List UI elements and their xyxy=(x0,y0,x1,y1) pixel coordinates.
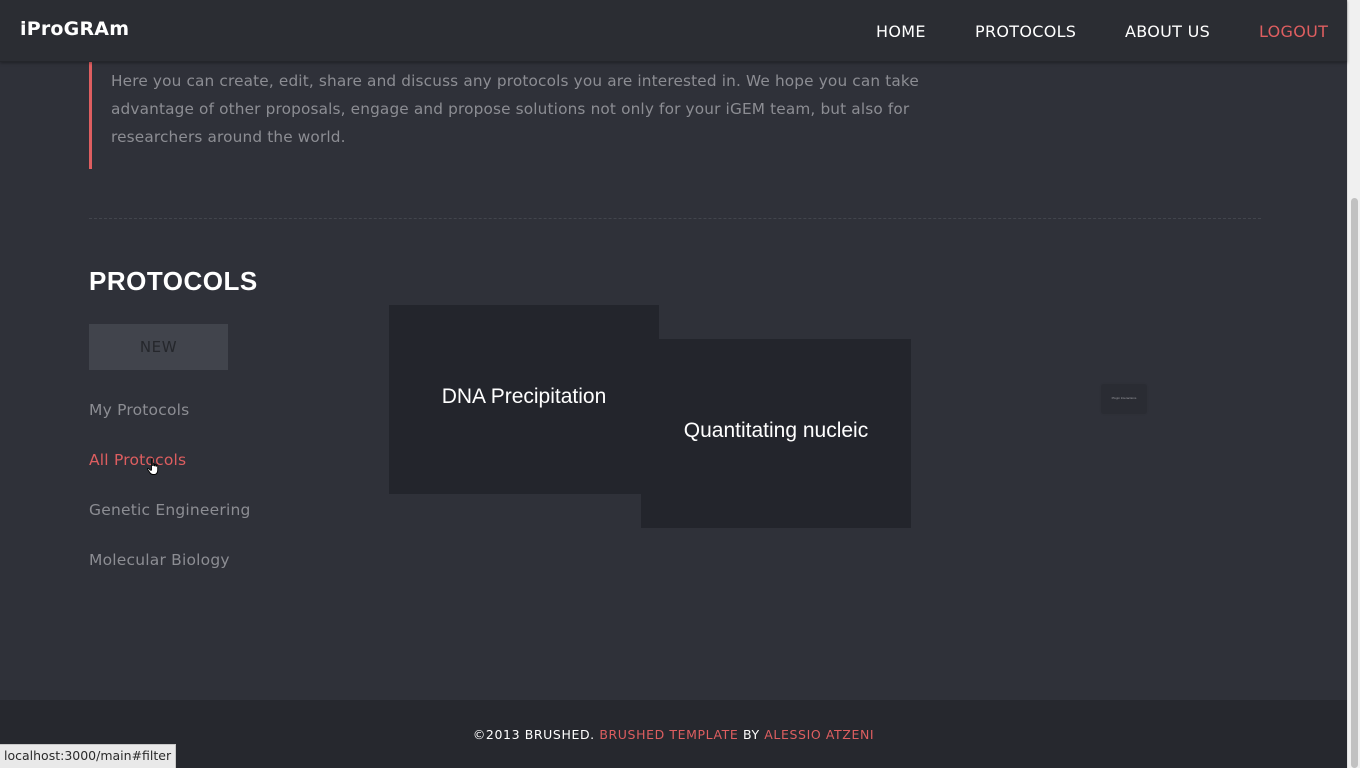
filter-genetic-engineering[interactable]: Genetic Engineering xyxy=(89,501,251,519)
protocol-card-title: DNA Precipitation xyxy=(441,385,607,408)
footer-copyright: ©2013 BRUSHED. xyxy=(472,727,595,742)
vertical-scrollbar[interactable] xyxy=(1347,0,1360,768)
footer-by: BY xyxy=(742,727,760,742)
hand-pointer-icon xyxy=(147,458,159,475)
section-divider xyxy=(89,218,1261,219)
protocol-card-title: Quantitating nucleic xyxy=(683,419,869,442)
intro-text: Here you can create, edit, share and dis… xyxy=(111,72,919,146)
protocol-card-thumbnail[interactable]: Plugin Interactions xyxy=(1102,385,1146,413)
protocols-heading: PROTOCOLS xyxy=(89,266,258,296)
nav-link-home[interactable]: HOME xyxy=(876,22,926,41)
nav-link-about-us[interactable]: ABOUT US xyxy=(1125,22,1210,41)
protocol-card-quantitating-nucleic[interactable]: Quantitating nucleic xyxy=(641,339,911,528)
nav-link-protocols[interactable]: PROTOCOLS xyxy=(975,22,1076,41)
intro-quote: Here you can create, edit, share and dis… xyxy=(89,62,969,169)
top-navbar: iProGRAm HOME PROTOCOLS ABOUT US LOGOUT xyxy=(0,0,1347,62)
filter-molecular-biology[interactable]: Molecular Biology xyxy=(89,551,230,569)
nav-link-logout[interactable]: LOGOUT xyxy=(1259,22,1328,41)
footer-template-link[interactable]: BRUSHED TEMPLATE xyxy=(599,727,738,742)
footer-author-link[interactable]: ALESSIO ATZENI xyxy=(764,727,874,742)
filter-all-protocols[interactable]: All Protocols xyxy=(89,451,186,469)
footer-credits: ©2013 BRUSHED. BRUSHED TEMPLATE BY ALESS… xyxy=(0,727,1347,742)
brand-logo[interactable]: iProGRAm xyxy=(20,18,129,40)
protocol-card-dna-precipitation[interactable]: DNA Precipitation xyxy=(389,305,659,494)
scrollbar-thumb[interactable] xyxy=(1351,198,1358,768)
status-bar-url: localhost:3000/main#filter xyxy=(0,744,177,768)
page-footer: ©2013 BRUSHED. BRUSHED TEMPLATE BY ALESS… xyxy=(0,700,1347,768)
new-protocol-button[interactable]: NEW xyxy=(89,324,228,370)
thumbnail-title: Plugin Interactions xyxy=(1111,396,1137,400)
filter-my-protocols[interactable]: My Protocols xyxy=(89,401,189,419)
